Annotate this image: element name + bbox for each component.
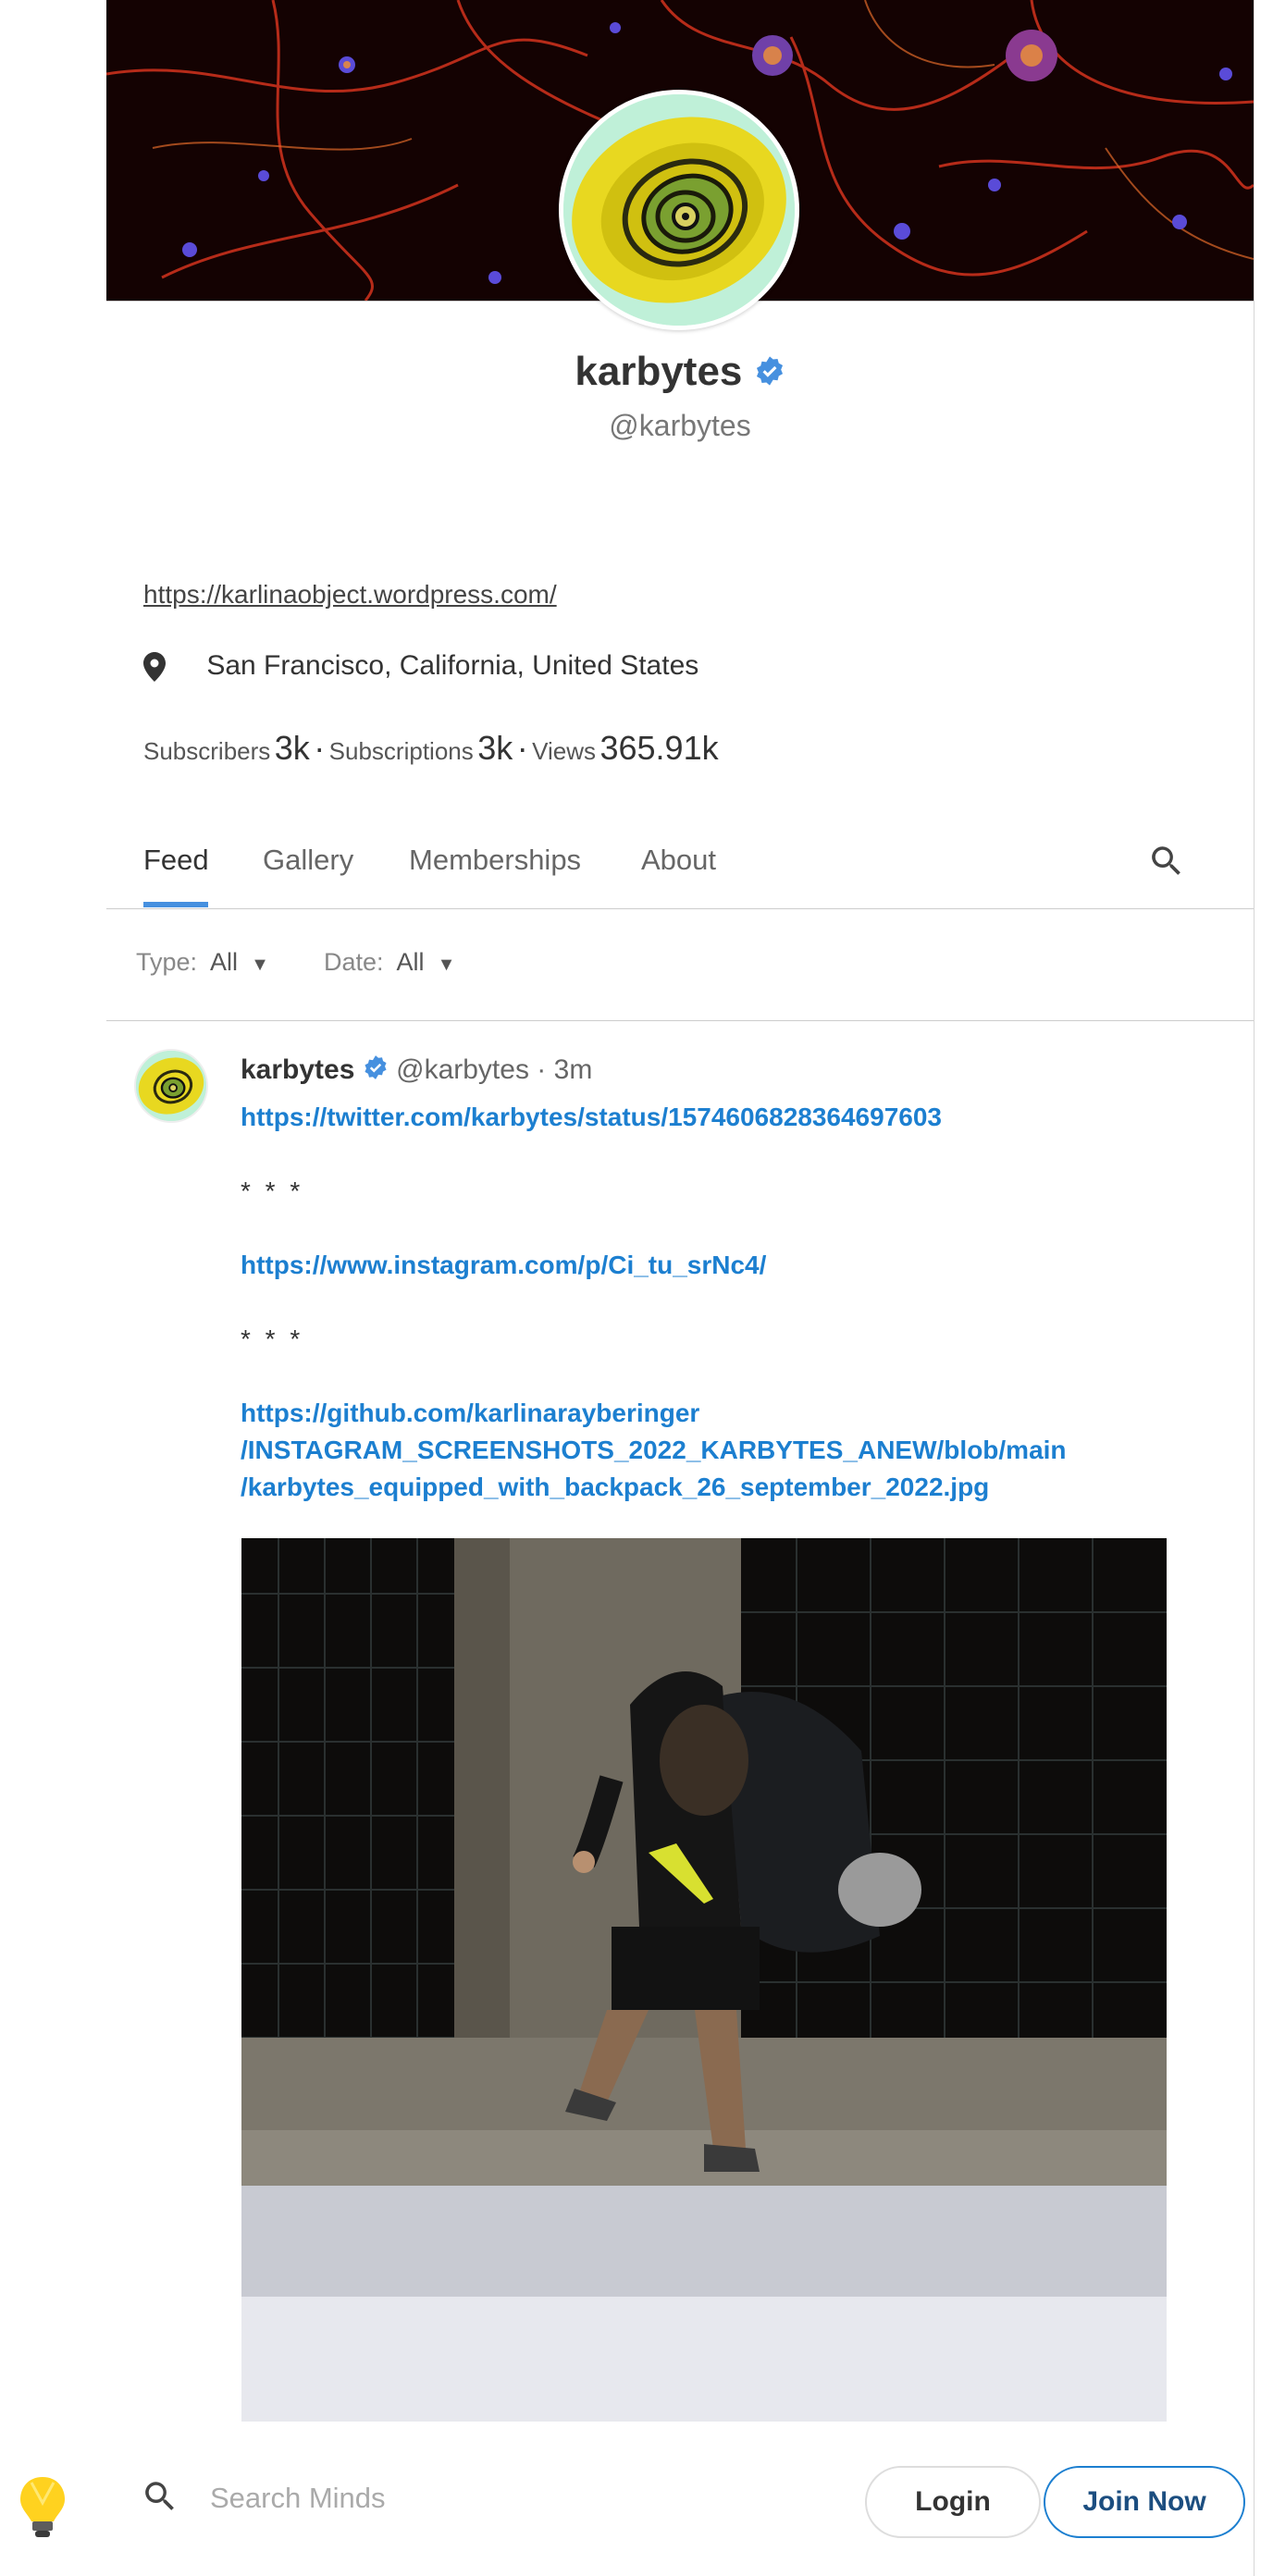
search-icon bbox=[141, 2477, 179, 2521]
lightbulb-logo-icon[interactable] bbox=[19, 2475, 67, 2545]
display-name-text: karbytes bbox=[575, 349, 743, 394]
verified-badge-icon bbox=[754, 351, 785, 397]
date-filter[interactable]: Date: All ▼ bbox=[324, 948, 455, 977]
search-input[interactable] bbox=[208, 2470, 767, 2527]
post-timestamp[interactable]: 3m bbox=[554, 1054, 593, 1085]
post-dot: · bbox=[537, 1054, 547, 1085]
post-separator: * * * bbox=[241, 1325, 304, 1353]
avatar-image bbox=[563, 94, 795, 326]
website-link[interactable]: https://karlinaobject.wordpress.com/ bbox=[143, 580, 557, 610]
post-image[interactable] bbox=[241, 1538, 1167, 2435]
channel-tabs: Feed Gallery Memberships About bbox=[106, 814, 1254, 909]
location-pin-icon bbox=[143, 650, 190, 683]
bottom-bar: Login Join Now bbox=[106, 2422, 1254, 2576]
date-filter-value: All bbox=[396, 948, 425, 976]
views-label: Views bbox=[532, 737, 597, 765]
type-filter-label: Type: bbox=[136, 948, 198, 976]
post-separator: * * * bbox=[241, 1177, 304, 1205]
left-rail bbox=[0, 0, 107, 2576]
post-header: karbytes @karbytes · 3m bbox=[241, 1054, 592, 1088]
active-tab-indicator bbox=[143, 902, 208, 907]
avatar-image bbox=[136, 1051, 206, 1121]
stats-separator: · bbox=[314, 729, 326, 767]
type-filter-value: All bbox=[210, 948, 239, 976]
type-filter[interactable]: Type: All ▼ bbox=[136, 948, 269, 977]
views-count: 365.91k bbox=[599, 729, 719, 767]
login-button[interactable]: Login bbox=[865, 2466, 1041, 2538]
tab-memberships[interactable]: Memberships bbox=[409, 844, 581, 877]
post-author-handle[interactable]: @karbytes bbox=[396, 1054, 529, 1085]
post-link-github[interactable]: https://github.com/karlinarayberinger bbox=[241, 1395, 699, 1432]
stats-separator: · bbox=[516, 729, 528, 767]
tab-about[interactable]: About bbox=[641, 844, 716, 877]
subscriptions-label[interactable]: Subscriptions bbox=[329, 737, 474, 765]
location-row: San Francisco, California, United States bbox=[143, 650, 699, 683]
chevron-down-icon: ▼ bbox=[437, 955, 456, 975]
channel-avatar[interactable] bbox=[559, 90, 799, 330]
post-link-instagram[interactable]: https://www.instagram.com/p/Ci_tu_srNc4/ bbox=[241, 1247, 766, 1284]
feed-filters: Type: All ▼ Date: All ▼ bbox=[106, 909, 1254, 1021]
date-filter-label: Date: bbox=[324, 948, 384, 976]
display-name: karbytes bbox=[106, 349, 1254, 397]
tab-gallery[interactable]: Gallery bbox=[263, 844, 353, 877]
post-author-name[interactable]: karbytes bbox=[241, 1054, 354, 1085]
tab-feed[interactable]: Feed bbox=[143, 844, 209, 877]
channel-handle: @karbytes bbox=[609, 409, 751, 442]
channel-page: karbytes @karbytes https://karlinaobject… bbox=[106, 0, 1254, 2576]
post-link-twitter[interactable]: https://twitter.com/karbytes/status/1574… bbox=[241, 1099, 942, 1136]
chevron-down-icon: ▼ bbox=[251, 955, 269, 975]
subscribers-label[interactable]: Subscribers bbox=[143, 737, 270, 765]
post-photo bbox=[241, 1538, 1167, 2435]
location-text: San Francisco, California, United States bbox=[206, 650, 699, 681]
channel-stats: Subscribers 3k · Subscriptions 3k · View… bbox=[143, 729, 719, 768]
join-now-button[interactable]: Join Now bbox=[1044, 2466, 1245, 2538]
verified-badge-icon bbox=[363, 1054, 389, 1088]
subscriptions-count[interactable]: 3k bbox=[477, 729, 513, 767]
search-icon[interactable] bbox=[1147, 842, 1186, 885]
post-link-github-cont[interactable]: /karbytes_equipped_with_backpack_26_sept… bbox=[241, 1469, 989, 1506]
post-author-avatar[interactable] bbox=[134, 1049, 208, 1123]
subscribers-count[interactable]: 3k bbox=[275, 729, 310, 767]
post-link-github-cont[interactable]: /INSTAGRAM_SCREENSHOTS_2022_KARBYTES_ANE… bbox=[241, 1432, 1067, 1469]
